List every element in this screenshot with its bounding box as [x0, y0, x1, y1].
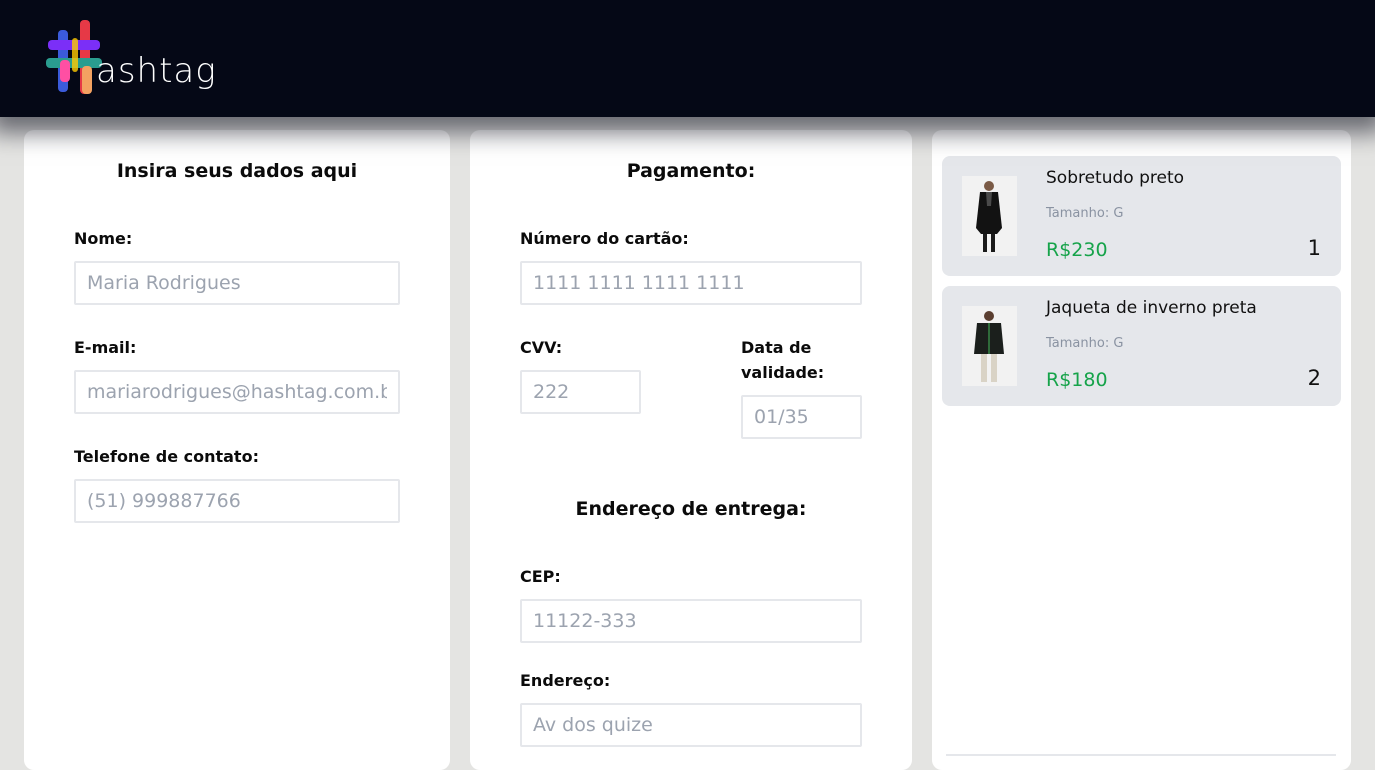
jacket-icon	[962, 306, 1017, 386]
jacket-product-image	[962, 306, 1017, 386]
expiry-input[interactable]	[741, 395, 862, 439]
phone-input[interactable]	[74, 479, 400, 523]
email-input[interactable]	[74, 370, 400, 414]
coat-icon	[962, 176, 1017, 256]
cart-item-price: R$230	[1046, 239, 1108, 261]
cvv-input[interactable]	[520, 370, 641, 414]
card-number-label: Número do cartão:	[520, 229, 689, 248]
expiry-label-line1: Data de	[741, 338, 812, 357]
cart-item-quantity: 2	[1307, 366, 1321, 390]
cart-item-name: Sobretudo preto	[1046, 168, 1185, 188]
expiry-label: Data de validade:	[741, 335, 824, 385]
cep-input[interactable]	[520, 599, 862, 643]
card-number-input[interactable]	[520, 261, 862, 305]
expiry-label-line2: validade:	[741, 363, 825, 382]
phone-label: Telefone de contato:	[74, 447, 259, 466]
name-input[interactable]	[74, 261, 400, 305]
delivery-title: Endereço de entrega:	[575, 498, 807, 520]
payment-card: Pagamento: Número do cartão: CVV: Data d…	[470, 130, 912, 770]
cart-item-size: Tamanho: G	[1046, 206, 1124, 221]
email-label: E-mail:	[74, 338, 137, 357]
name-label: Nome:	[74, 229, 133, 248]
logo-text: ashtag	[96, 51, 217, 91]
cart-item[interactable]: Sobretudo preto Tamanho: G R$230 1	[942, 156, 1341, 276]
cart-card: Sobretudo preto Tamanho: G R$230 1 Jaque…	[932, 130, 1351, 770]
cvv-label: CVV:	[520, 338, 563, 357]
cart-divider	[946, 754, 1336, 756]
cart-item-price: R$180	[1046, 369, 1108, 391]
coat-product-image	[962, 176, 1017, 256]
cart-item-quantity: 1	[1307, 236, 1321, 260]
address-label: Endereço:	[520, 671, 611, 690]
payment-title: Pagamento:	[626, 160, 756, 182]
cart-item-size: Tamanho: G	[1046, 336, 1124, 351]
personal-data-title: Insira seus dados aqui	[116, 160, 358, 182]
cart-item-name: Jaqueta de inverno preta	[1046, 298, 1257, 318]
cart-item[interactable]: Jaqueta de inverno preta Tamanho: G R$18…	[942, 286, 1341, 406]
address-input[interactable]	[520, 703, 862, 747]
personal-data-card: Insira seus dados aqui Nome: E-mail: Tel…	[24, 130, 450, 770]
top-header: ashtag	[0, 0, 1375, 117]
cep-label: CEP:	[520, 567, 561, 586]
hashtag-logo[interactable]: ashtag	[46, 20, 222, 100]
